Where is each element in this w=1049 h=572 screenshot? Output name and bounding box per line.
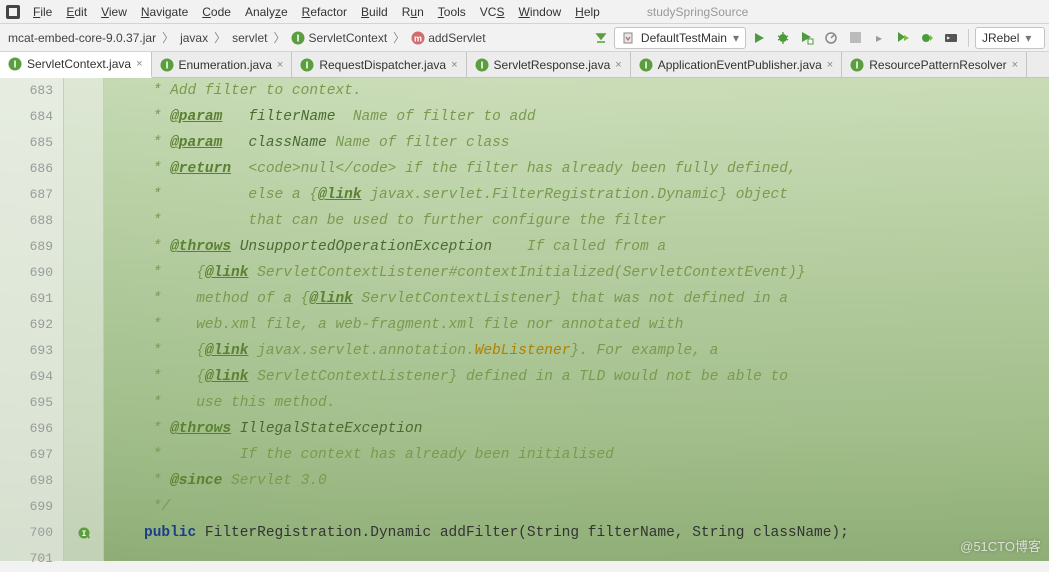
editor-tab[interactable]: I Enumeration.java ×	[152, 52, 293, 77]
attach-debugger-button[interactable]: ▸	[868, 27, 890, 49]
project-name-label: studySpringSource	[647, 5, 748, 19]
menu-run[interactable]: Run	[395, 3, 431, 21]
svg-text:I: I	[480, 60, 483, 71]
crumb-pkg1[interactable]: javax	[176, 30, 212, 46]
svg-text:m: m	[414, 33, 422, 43]
jrebel-panel-select[interactable]: JRebel ▾	[975, 27, 1045, 49]
svg-text:I: I	[81, 530, 86, 539]
implementing-method-icon[interactable]: I	[64, 520, 103, 546]
menu-analyze[interactable]: Analyze	[238, 3, 295, 21]
menu-view[interactable]: View	[94, 3, 134, 21]
chevron-right-icon: 〉	[271, 29, 287, 46]
editor-tab[interactable]: I ResourcePatternResolver ×	[842, 52, 1027, 77]
interface-icon: I	[291, 31, 305, 45]
chevron-down-icon: ▾	[1025, 31, 1031, 45]
code-area[interactable]: * Add filter to context. * @param filter…	[104, 78, 1049, 561]
crumb-jar[interactable]: mcat-embed-core-9.0.37.jar	[4, 30, 160, 46]
tab-label: ResourcePatternResolver	[869, 58, 1006, 72]
svg-text:I: I	[306, 60, 309, 71]
close-icon[interactable]: ×	[136, 58, 142, 70]
marker-gutter: I	[64, 78, 104, 561]
menu-file[interactable]: File	[26, 3, 59, 21]
jrebel-run-button[interactable]	[892, 27, 914, 49]
menu-refactor[interactable]: Refactor	[295, 3, 354, 21]
chevron-right-icon: 〉	[391, 29, 407, 46]
interface-icon: I	[850, 58, 864, 72]
line-number-gutter: 6836846856866876886896906916926936946956…	[0, 78, 64, 561]
interface-icon: I	[300, 58, 314, 72]
coverage-button[interactable]	[796, 27, 818, 49]
tab-label: Enumeration.java	[179, 58, 272, 72]
svg-text:I: I	[644, 60, 647, 71]
breadcrumb: mcat-embed-core-9.0.37.jar 〉 javax 〉 ser…	[4, 29, 490, 46]
svg-text:I: I	[14, 60, 17, 71]
svg-text:I: I	[856, 60, 859, 71]
editor-tab[interactable]: I RequestDispatcher.java ×	[292, 52, 466, 77]
run-button[interactable]	[748, 27, 770, 49]
interface-icon: I	[160, 58, 174, 72]
chevron-right-icon: 〉	[212, 29, 228, 46]
crumb-method[interactable]: m addServlet	[407, 30, 489, 46]
crumb-pkg2[interactable]: servlet	[228, 30, 271, 46]
profile-button[interactable]	[820, 27, 842, 49]
build-button[interactable]	[590, 27, 612, 49]
menu-window[interactable]: Window	[511, 3, 568, 21]
tab-label: ServletContext.java	[27, 57, 131, 71]
menu-build[interactable]: Build	[354, 3, 395, 21]
app-icon	[4, 4, 22, 20]
close-icon[interactable]: ×	[451, 59, 457, 71]
editor-tab[interactable]: I ApplicationEventPublisher.java ×	[631, 52, 843, 77]
java-icon	[621, 31, 635, 45]
watermark: @51CTO博客	[960, 536, 1041, 555]
navigation-toolbar: mcat-embed-core-9.0.37.jar 〉 javax 〉 ser…	[0, 24, 1049, 52]
editor-area: 6836846856866876886896906916926936946956…	[0, 78, 1049, 561]
menu-help[interactable]: Help	[568, 3, 607, 21]
editor-tab[interactable]: I ServletContext.java ×	[0, 52, 152, 78]
editor-tabs: IServletContext.java×IEnumeration.java×I…	[0, 52, 1049, 78]
method-icon: m	[411, 31, 425, 45]
interface-icon: I	[8, 57, 22, 71]
chevron-down-icon: ▾	[733, 31, 739, 45]
chevron-right-icon: 〉	[160, 29, 176, 46]
interface-icon: I	[639, 58, 653, 72]
menu-tools[interactable]: Tools	[431, 3, 473, 21]
interface-icon: I	[475, 58, 489, 72]
tab-label: ServletResponse.java	[494, 58, 611, 72]
crumb-interface[interactable]: I ServletContext	[287, 30, 391, 46]
menu-bar: File Edit View Navigate Code Analyze Ref…	[0, 0, 1049, 24]
menu-edit[interactable]: Edit	[59, 3, 94, 21]
stop-button[interactable]	[844, 27, 866, 49]
jrebel-debug-button[interactable]	[916, 27, 938, 49]
menu-vcs[interactable]: VCS	[473, 3, 512, 21]
tab-label: ApplicationEventPublisher.java	[658, 58, 822, 72]
menu-code[interactable]: Code	[195, 3, 238, 21]
close-icon[interactable]: ×	[1012, 59, 1018, 71]
close-icon[interactable]: ×	[615, 59, 621, 71]
tab-label: RequestDispatcher.java	[319, 58, 446, 72]
menu-navigate[interactable]: Navigate	[134, 3, 195, 21]
separator	[968, 29, 969, 47]
svg-text:I: I	[297, 33, 300, 44]
close-icon[interactable]: ×	[827, 59, 833, 71]
run-configuration-select[interactable]: DefaultTestMain ▾	[614, 27, 746, 49]
close-icon[interactable]: ×	[277, 59, 283, 71]
run-anything-button[interactable]	[940, 27, 962, 49]
svg-text:I: I	[165, 60, 168, 71]
editor-tab[interactable]: I ServletResponse.java ×	[467, 52, 631, 77]
debug-button[interactable]	[772, 27, 794, 49]
